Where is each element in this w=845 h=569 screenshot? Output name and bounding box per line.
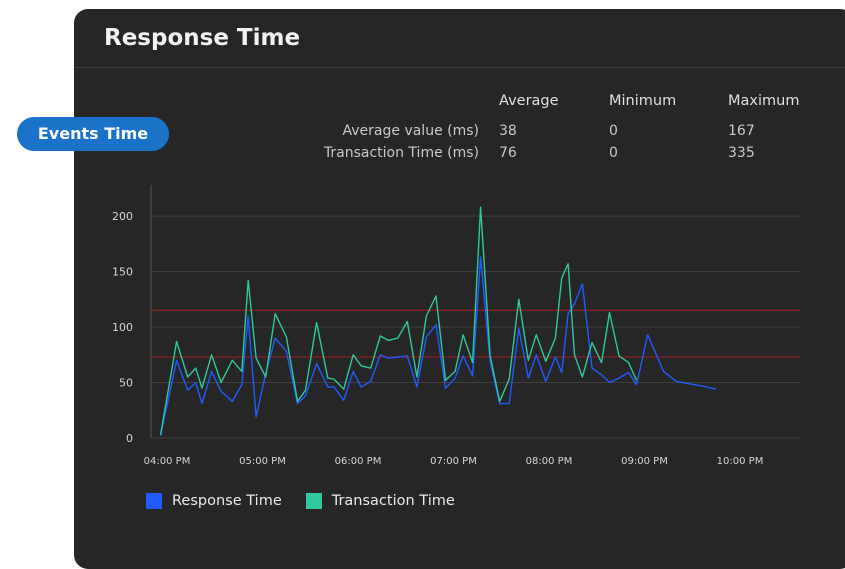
y-tick-label: 200 — [112, 210, 133, 223]
x-tick-label: 09:00 PM — [621, 456, 668, 467]
x-tick-label: 06:00 PM — [335, 456, 382, 467]
legend-swatch-response — [146, 493, 162, 509]
y-tick-label: 100 — [112, 321, 133, 334]
y-tick-label: 50 — [119, 377, 133, 390]
legend-swatch-transaction — [305, 493, 322, 509]
legend-item-response-time[interactable]: Response Time — [146, 493, 282, 509]
legend-item-transaction-time[interactable]: Transaction Time — [305, 493, 455, 509]
x-tick-label: 08:00 PM — [526, 456, 573, 467]
legend-label: Transaction Time — [331, 493, 455, 509]
x-tick-label: 07:00 PM — [430, 456, 477, 467]
x-tick-label: 04:00 PM — [144, 456, 191, 467]
x-tick-label: 10:00 PM — [717, 456, 764, 467]
y-tick-label: 0 — [126, 432, 133, 445]
y-tick-label: 150 — [112, 266, 133, 279]
response-time-chart: 0 50 100 150 200 04:00 PM 05:00 PM 06:00 PM 07:0… — [112, 185, 800, 467]
legend-label: Response Time — [172, 493, 282, 509]
chart-legend: Response Time Transaction Time — [146, 493, 479, 509]
x-tick-label: 05:00 PM — [239, 456, 286, 467]
